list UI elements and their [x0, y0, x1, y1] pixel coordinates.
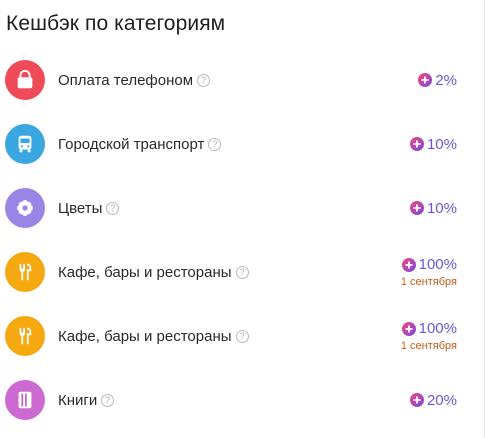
- help-icon[interactable]: ?: [101, 393, 115, 407]
- category-label: Городской транспорт: [58, 135, 205, 153]
- book-icon: [5, 380, 45, 420]
- category-row[interactable]: Оплата телефоном ? 2%: [0, 48, 484, 112]
- cashback-percent: 2%: [418, 72, 457, 89]
- expiry-date: 1 сентября: [400, 340, 457, 352]
- fork-knife-icon: [5, 316, 45, 356]
- help-icon[interactable]: ?: [106, 201, 120, 215]
- plus-coin-icon: [409, 201, 424, 215]
- category-label: Цветы: [58, 199, 103, 217]
- plus-coin-icon: [401, 321, 416, 336]
- shopping-bag-icon: [5, 60, 45, 100]
- plus-coin-icon: [418, 73, 433, 87]
- plus-coin-icon: [401, 257, 416, 272]
- bus-icon: [5, 124, 45, 164]
- help-icon[interactable]: ?: [235, 329, 249, 343]
- plus-coin-icon: [409, 137, 424, 151]
- category-row[interactable]: Кафе, бары и рестораны ? 100% 1 сентября: [0, 304, 484, 368]
- flower-icon: [5, 188, 45, 228]
- cashback-percent: 100%: [401, 320, 457, 337]
- category-label: Книги: [58, 391, 98, 409]
- panel-divider: [484, 0, 485, 438]
- category-row[interactable]: Городской транспорт ? 10%: [0, 112, 484, 176]
- cashback-percent: 10%: [409, 200, 457, 217]
- expiry-date: 1 сентября: [400, 276, 457, 288]
- category-label: Оплата телефоном: [58, 71, 194, 89]
- page-title: Кешбэк по категориям: [6, 12, 226, 35]
- help-icon[interactable]: ?: [235, 265, 249, 279]
- category-row[interactable]: Цветы ? 10%: [0, 176, 484, 240]
- category-label: Кафе, бары и рестораны: [58, 327, 232, 345]
- cashback-percent: 10%: [409, 136, 457, 153]
- fork-knife-icon: [5, 252, 45, 292]
- help-icon[interactable]: ?: [208, 137, 222, 151]
- cashback-category-list: Оплата телефоном ? 2% Городской транспор…: [0, 48, 484, 432]
- help-icon[interactable]: ?: [197, 73, 211, 87]
- category-row[interactable]: Книги ? 20%: [0, 368, 484, 432]
- plus-coin-icon: [409, 393, 424, 407]
- category-label: Кафе, бары и рестораны: [58, 263, 232, 281]
- cashback-percent: 20%: [409, 392, 457, 409]
- cashback-percent: 100%: [401, 256, 457, 273]
- category-row[interactable]: Кафе, бары и рестораны ? 100% 1 сентября: [0, 240, 484, 304]
